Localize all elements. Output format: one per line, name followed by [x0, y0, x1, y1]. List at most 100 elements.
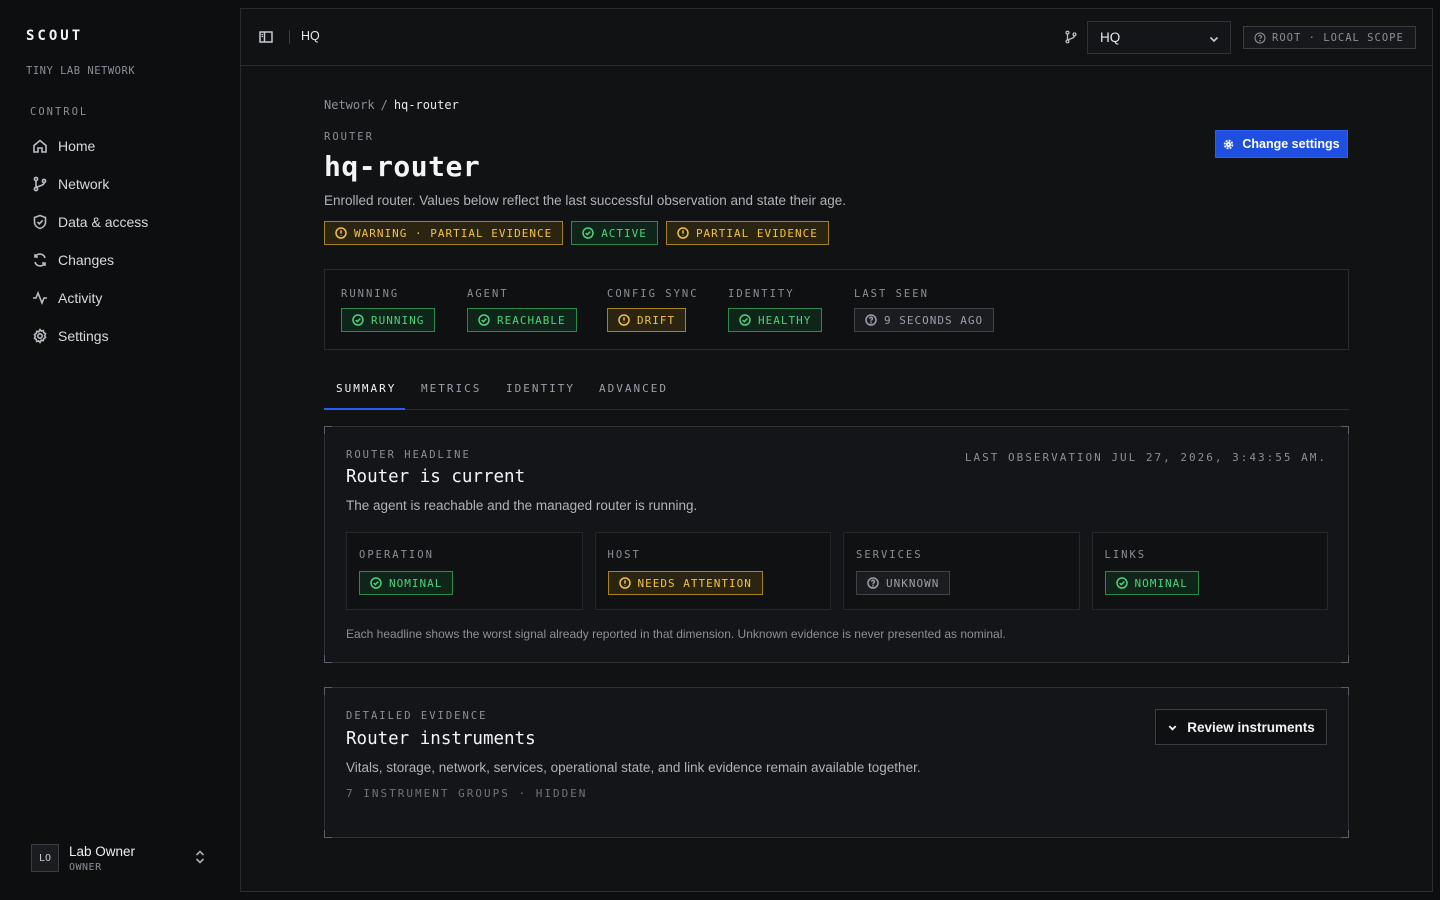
stat-label: LAST SEEN	[854, 288, 929, 300]
card-corner	[324, 655, 332, 663]
dimension-value: NOMINAL	[389, 576, 443, 590]
sidebar: SCOUT TINY LAB NETWORK CONTROL Home Netw…	[0, 0, 240, 900]
sidebar-item-network[interactable]: Network	[22, 168, 222, 200]
stat-config-sync: CONFIG SYNC DRIFT	[607, 288, 699, 332]
sidebar-item-activity[interactable]: Activity	[22, 282, 222, 314]
avatar: LO	[31, 844, 59, 872]
stat-value-badge: DRIFT	[607, 308, 687, 332]
breadcrumb: Network / hq-router	[324, 98, 459, 112]
brand-subtitle: TINY LAB NETWORK	[26, 65, 136, 77]
activity-icon	[33, 290, 47, 306]
help-circle-icon	[865, 314, 877, 326]
chevron-down-icon	[1209, 36, 1219, 43]
gear-icon	[1224, 139, 1234, 149]
dimension-badge: NOMINAL	[359, 571, 454, 595]
card-corner	[1341, 830, 1349, 838]
card-corner	[324, 830, 332, 838]
dimension-badge: NEEDS ATTENTION	[607, 571, 763, 595]
breadcrumb-separator: /	[380, 98, 388, 112]
review-instruments-label: Review instruments	[1187, 719, 1315, 735]
stat-value: REACHABLE	[497, 313, 566, 327]
stat-value: HEALTHY	[758, 313, 812, 327]
review-instruments-button[interactable]: Review instruments	[1155, 709, 1327, 745]
help-circle-icon	[1254, 31, 1266, 44]
card-corner	[1341, 655, 1349, 663]
shield-icon	[33, 214, 47, 230]
evidence-description: Vitals, storage, network, services, oper…	[346, 760, 921, 775]
site-select[interactable]: HQ	[1087, 21, 1231, 54]
alert-circle-icon	[618, 314, 630, 326]
sidebar-item-data-access[interactable]: Data & access	[22, 206, 222, 238]
dimension-label: SERVICES	[856, 549, 923, 561]
dimension-label: HOST	[607, 549, 641, 561]
detailed-evidence-card: DETAILED EVIDENCE Router instruments Vit…	[324, 687, 1349, 838]
page-eyebrow: ROUTER	[324, 131, 374, 143]
user-name: Lab Owner	[69, 843, 136, 859]
sidebar-nav: Home Network Data & access Changes Activ…	[22, 130, 222, 358]
status-badge: WARNING · PARTIAL EVIDENCE	[324, 221, 564, 245]
dimension-value: NOMINAL	[1134, 576, 1188, 590]
stat-label: IDENTITY	[728, 288, 795, 300]
dimension-services: SERVICES UNKNOWN	[843, 532, 1080, 610]
sidebar-item-label: Changes	[58, 252, 115, 268]
status-badge: ACTIVE	[571, 221, 658, 245]
check-circle-icon	[352, 314, 364, 326]
dimension-badge: NOMINAL	[1104, 571, 1199, 595]
sidebar-item-home[interactable]: Home	[22, 130, 222, 162]
scope-label: ROOT · LOCAL SCOPE	[1272, 31, 1404, 44]
page-title: hq-router	[324, 150, 481, 183]
card-corner	[1341, 426, 1349, 434]
tab-summary[interactable]: SUMMARY	[324, 377, 405, 410]
alert-circle-icon	[618, 577, 631, 589]
chevron-up-down-icon[interactable]	[194, 849, 206, 865]
router-headline-card: ROUTER HEADLINE Router is current The ag…	[324, 426, 1349, 663]
alert-circle-icon	[677, 227, 689, 239]
card-corner	[324, 687, 332, 695]
sidebar-item-label: Activity	[58, 290, 103, 306]
breadcrumb-network-link[interactable]: Network	[324, 98, 375, 112]
headline-description: The agent is reachable and the managed r…	[346, 498, 698, 513]
dimension-label: LINKS	[1104, 549, 1147, 561]
headline-title: Router is current	[346, 467, 526, 487]
sidebar-item-label: Data & access	[58, 214, 149, 230]
sidebar-item-label: Home	[58, 138, 96, 154]
stat-value: RUNNING	[371, 313, 425, 327]
topbar-divider	[289, 30, 290, 44]
chevron-down-icon	[1168, 724, 1177, 731]
scope-badge: ROOT · LOCAL SCOPE	[1243, 26, 1416, 49]
headline-note: Each headline shows the worst signal alr…	[346, 627, 1006, 641]
stat-label: AGENT	[467, 288, 509, 300]
check-circle-icon	[478, 314, 490, 326]
refresh-icon	[34, 253, 46, 267]
breadcrumb-current: hq-router	[393, 98, 459, 112]
status-badge-label: ACTIVE	[601, 226, 647, 240]
stat-label: RUNNING	[341, 288, 400, 300]
dimension-value: NEEDS ATTENTION	[637, 576, 752, 590]
tab-advanced[interactable]: ADVANCED	[599, 377, 668, 410]
sidebar-item-changes[interactable]: Changes	[22, 244, 222, 276]
main-panel: HQ HQ ROOT · LOCAL SCOPE Network / hq-rout…	[240, 8, 1433, 892]
stat-value: DRIFT	[637, 313, 676, 327]
gear-icon	[33, 328, 47, 344]
user-menu[interactable]: LO Lab Owner OWNER	[31, 843, 211, 873]
change-settings-button[interactable]: Change settings	[1215, 130, 1348, 158]
dimension-badge: UNKNOWN	[856, 571, 951, 595]
stat-label: CONFIG SYNC	[607, 288, 699, 300]
sidebar-toggle-icon[interactable]	[258, 29, 274, 45]
tab-identity[interactable]: IDENTITY	[506, 377, 575, 410]
tab-metrics[interactable]: METRICS	[421, 377, 481, 410]
topbar-title: HQ	[301, 29, 320, 43]
topbar: HQ HQ ROOT · LOCAL SCOPE	[241, 9, 1432, 66]
check-circle-icon	[370, 577, 382, 589]
headline-dimensions: OPERATION NOMINAL HOST NEEDS ATTENTION S…	[346, 532, 1328, 610]
sidebar-item-settings[interactable]: Settings	[22, 320, 222, 352]
evidence-eyebrow: DETAILED EVIDENCE	[346, 710, 488, 722]
stat-running: RUNNING RUNNING	[341, 288, 443, 332]
status-badges: WARNING · PARTIAL EVIDENCE ACTIVE PARTIA…	[324, 221, 837, 245]
brand-logo[interactable]: SCOUT	[26, 28, 83, 44]
dimension-operation: OPERATION NOMINAL	[346, 532, 583, 610]
stat-agent: AGENT REACHABLE	[467, 288, 585, 332]
sidebar-item-label: Settings	[58, 328, 109, 344]
change-settings-label: Change settings	[1242, 137, 1340, 151]
check-circle-icon	[1115, 577, 1128, 589]
